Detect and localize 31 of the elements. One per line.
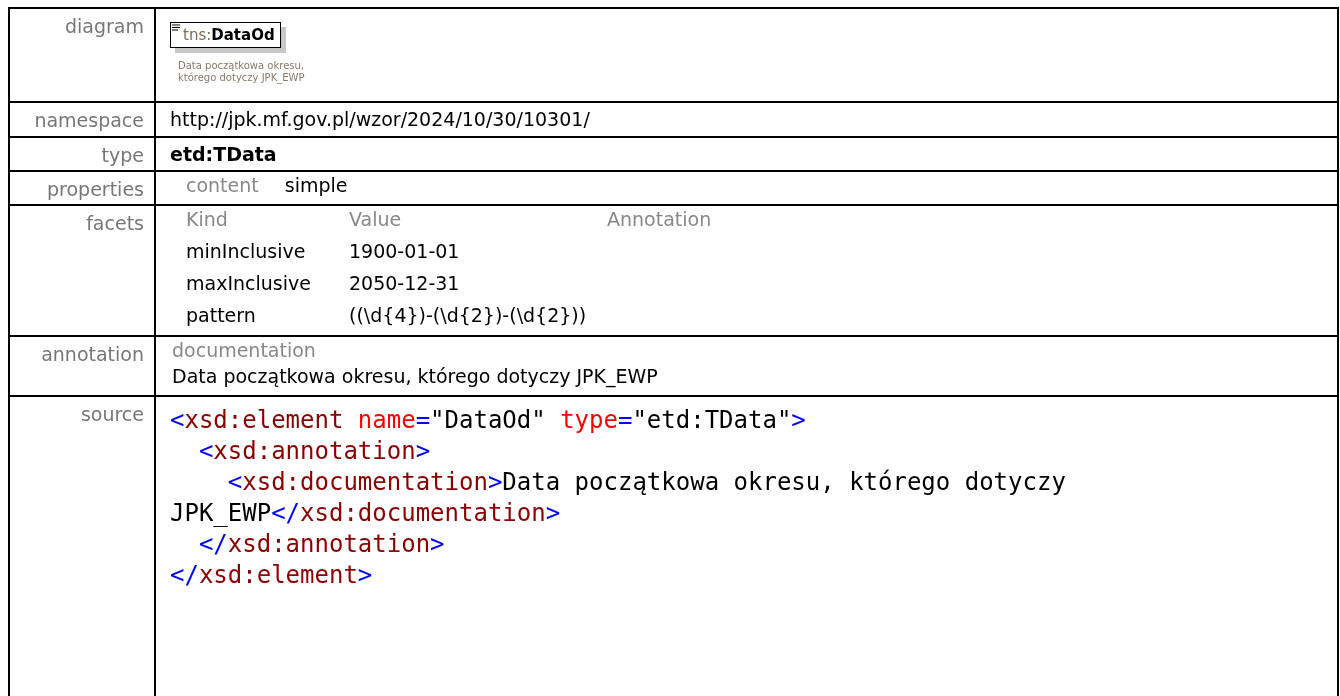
table-cell-text: maxInclusive [186, 271, 312, 296]
element-note: Data początkowa okresu, [178, 60, 306, 72]
documentation-text: Data początkowa okresu, którego dotyczy JPK_EWP [172, 364, 659, 389]
code-line: <xsd:annotation> [197, 436, 432, 467]
row-label: diagram [65, 15, 144, 37]
annotation-heading: documentation [172, 338, 317, 363]
property-key: content [186, 173, 259, 198]
namespace-value: http://jpk.mf.gov.pl/wzor/2024/10/30/10301/ [170, 108, 590, 130]
row-label: type [101, 144, 144, 166]
code-line: <xsd:element name="DataOd" type="etd:TData"> [170, 405, 807, 436]
row-label: namespace [34, 109, 144, 131]
row-label: source [80, 403, 144, 425]
row-label: facets [86, 212, 144, 234]
row-label: annotation [41, 343, 144, 365]
code-line: <xsd:documentation>Data początkowa okresu, którego dotyczy [226, 467, 1067, 498]
table-cell-text: pattern [186, 303, 257, 328]
table-cell-text: minInclusive [186, 239, 307, 264]
code-line: </xsd:annotation> [197, 529, 446, 560]
element-note: którego dotyczy JPK_EWP [178, 72, 306, 84]
table-cell-text: ((\d{4})-(\d{2})-(\d{2})) [349, 303, 588, 328]
type-value: etd:TData [170, 143, 277, 165]
table-cell-text: 2050-12-31 [349, 271, 461, 296]
lines-icon [172, 24, 180, 32]
table-cell-text: 1900-01-01 [349, 239, 461, 264]
code-line: JPK_EWP</xsd:documentation> [170, 498, 562, 529]
column-header: Kind [186, 207, 349, 239]
column-header: Annotation [607, 207, 713, 232]
column-header: Value [349, 207, 607, 239]
property-value: simple [284, 173, 348, 198]
row-label: properties [47, 178, 144, 200]
code-line: </xsd:element> [170, 560, 374, 591]
